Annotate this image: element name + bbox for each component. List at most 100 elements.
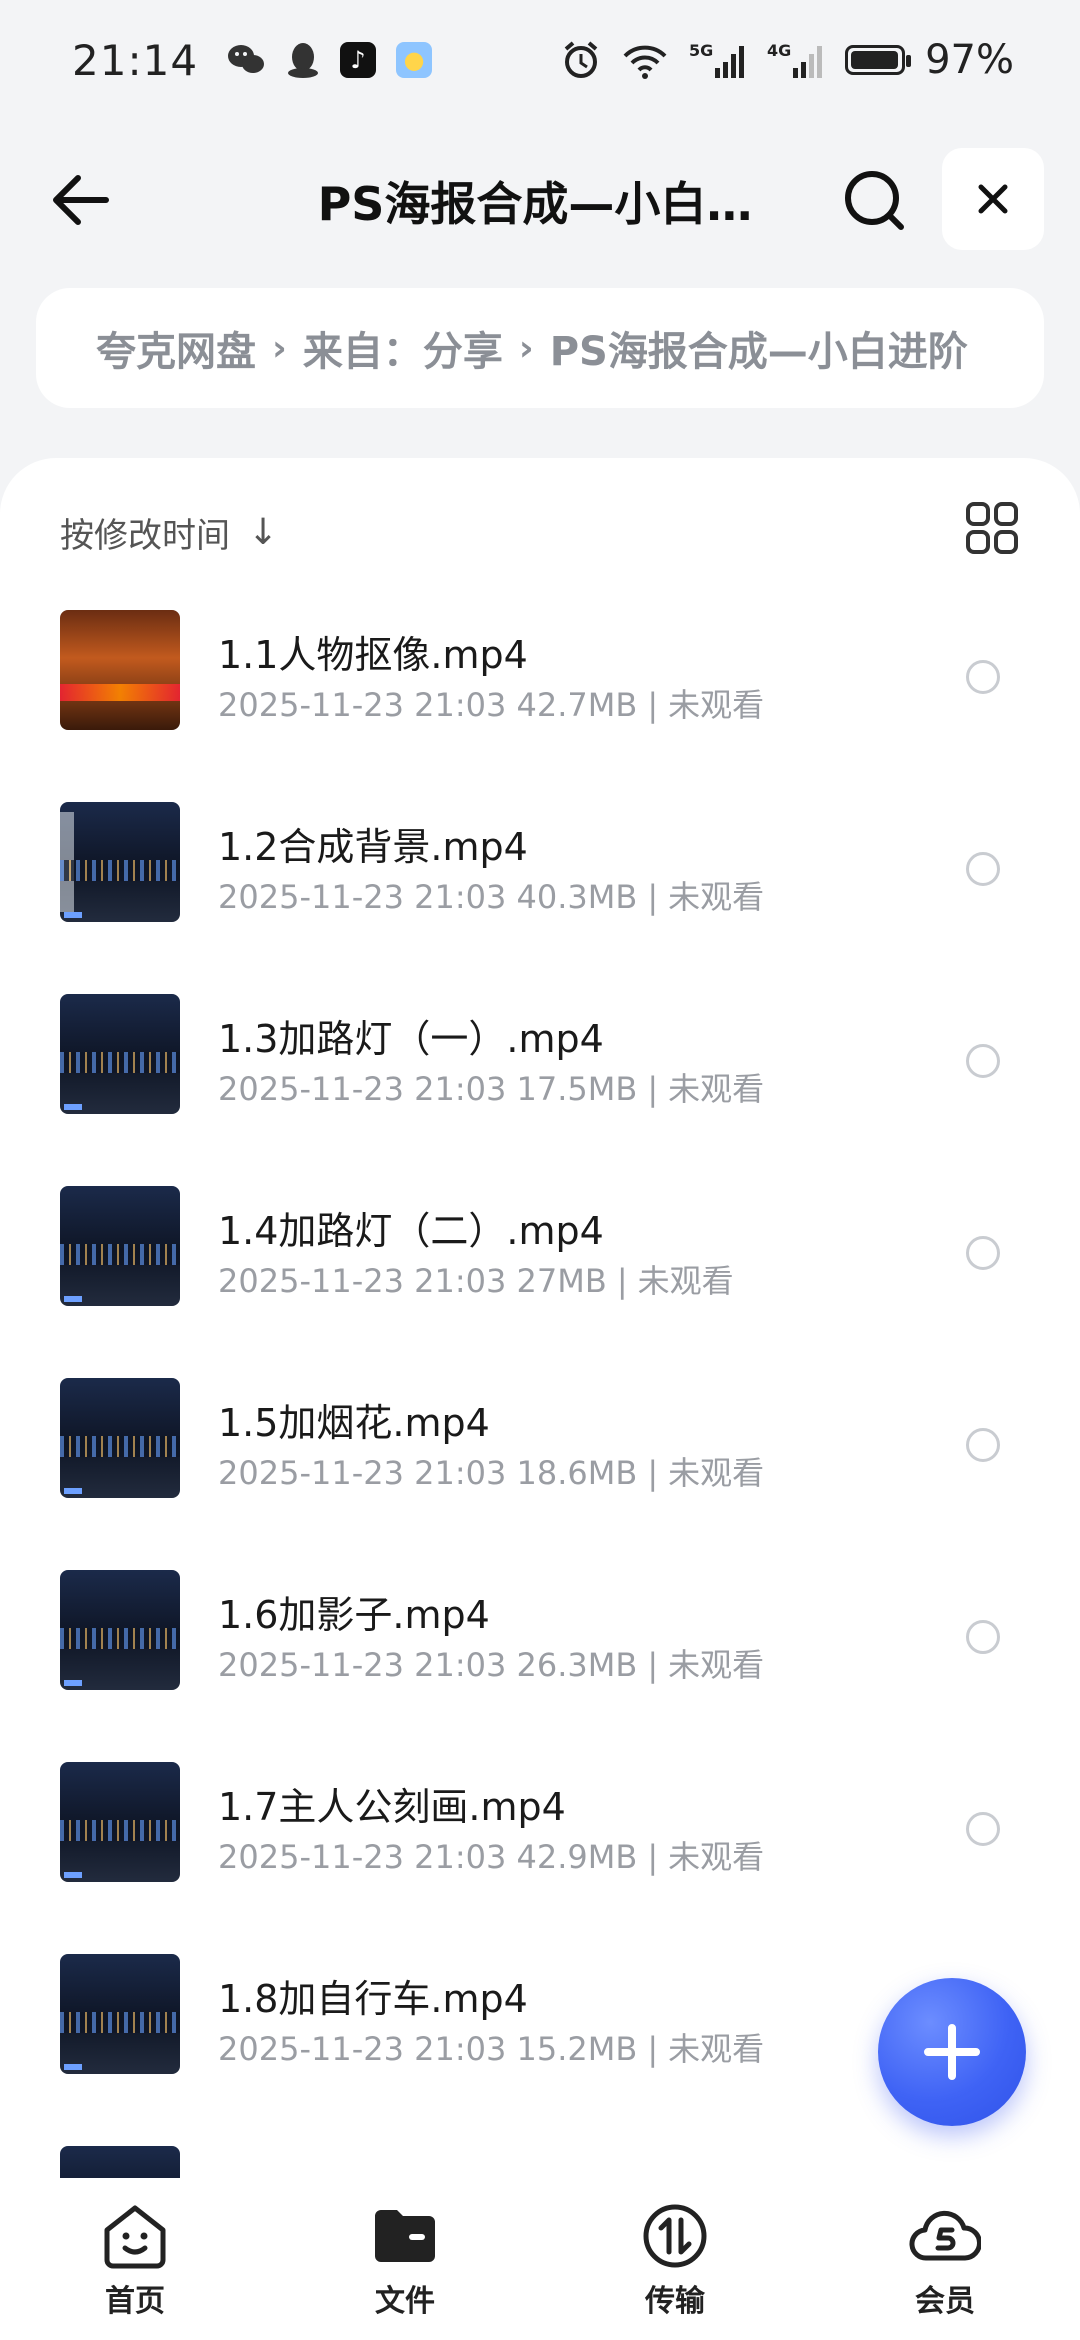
watch-status: 未观看 xyxy=(668,686,765,724)
video-thumbnail xyxy=(60,2146,180,2178)
file-meta: 2025-11-23 21:03 27MB | 未观看 xyxy=(218,1262,734,1300)
watch-status: 未观看 xyxy=(637,1262,734,1300)
video-thumbnail xyxy=(60,1186,180,1306)
file-row[interactable]: 1.7主人公刻画.mp4 2025-11-23 21:03 42.9MB | 未观看 xyxy=(0,1740,1080,1932)
battery-fill xyxy=(851,51,899,69)
sort-label: 按修改时间 xyxy=(60,515,230,556)
wifi-icon xyxy=(623,45,667,79)
close-icon xyxy=(978,184,1008,214)
file-list: 1.1人物抠像.mp4 2025-11-23 21:03 42.7MB | 未观看 … xyxy=(0,588,1080,2178)
file-meta: 2025-11-23 21:03 42.9MB | 未观看 xyxy=(218,1838,765,1876)
breadcrumb-item-share[interactable]: 来自：分享 xyxy=(303,319,503,377)
file-row[interactable]: 1.3加路灯（一）.mp4 2025-11-23 21:03 17.5MB | 未观… xyxy=(0,972,1080,1164)
file-size: 15.2MB xyxy=(516,2030,638,2068)
file-date: 2025-11-23 21:03 xyxy=(218,1838,507,1876)
file-name: 1.4加路灯（二）.mp4 xyxy=(218,1209,604,1253)
wechat-icon xyxy=(228,45,265,73)
add-button[interactable] xyxy=(878,1978,1026,2126)
file-meta: 2025-11-23 21:03 42.7MB | 未观看 xyxy=(218,686,765,724)
file-row[interactable]: 1.4加路灯（二）.mp4 2025-11-23 21:03 27MB | 未观看 xyxy=(0,1164,1080,1356)
file-panel: 按修改时间 ↓ 1.1人物抠像.mp4 2025-11-23 21:03 42.… xyxy=(0,458,1080,2178)
select-radio[interactable] xyxy=(966,1044,1000,1078)
plus-icon xyxy=(924,2024,980,2080)
file-name: 1.8加自行车.mp4 xyxy=(218,1977,528,2021)
file-size: 27MB xyxy=(516,1262,607,1300)
nav-item-transfer[interactable]: 传输 xyxy=(595,2178,755,2320)
back-arrow-icon[interactable] xyxy=(44,162,120,238)
select-radio[interactable] xyxy=(966,1236,1000,1270)
file-date: 2025-11-23 21:03 xyxy=(218,878,507,916)
chevron-right-icon: › xyxy=(272,327,287,369)
file-row[interactable]: 1.5加烟花.mp4 2025-11-23 21:03 18.6MB | 未观看 xyxy=(0,1356,1080,1548)
tiktok-icon: ♪ xyxy=(340,42,377,78)
file-row[interactable]: 1.6加影子.mp4 2025-11-23 21:03 26.3MB | 未观看 xyxy=(0,1548,1080,1740)
select-radio[interactable] xyxy=(966,1812,1000,1846)
folder-icon xyxy=(375,2210,435,2262)
video-thumbnail xyxy=(60,1762,180,1882)
grid-view-icon[interactable] xyxy=(964,500,1020,556)
file-date: 2025-11-23 21:03 xyxy=(218,1070,507,1108)
bottom-nav: 首页 文件 传输 会员 xyxy=(0,2178,1080,2340)
sort-button[interactable]: 按修改时间 ↓ xyxy=(60,500,278,564)
breadcrumb: 夸克网盘 › 来自：分享 › PS海报合成—小白进阶 xyxy=(36,288,1044,408)
status-bar: 21:14 ♪ ● 5G 4G 97% xyxy=(0,0,1080,120)
file-size: 18.6MB xyxy=(516,1454,638,1492)
file-date: 2025-11-23 21:03 xyxy=(218,686,507,724)
file-row[interactable]: 1.2合成背景.mp4 2025-11-23 21:03 40.3MB | 未观看 xyxy=(0,780,1080,972)
select-radio[interactable] xyxy=(966,1620,1000,1654)
watch-status: 未观看 xyxy=(668,1454,765,1492)
qq-icon xyxy=(288,43,319,78)
breadcrumb-item-current[interactable]: PS海报合成—小白进阶 xyxy=(550,319,968,377)
battery-percent: 97% xyxy=(925,37,1014,83)
page-title: PS海报合成—小白… xyxy=(317,177,753,231)
nav-label-transfer: 传输 xyxy=(645,2284,705,2319)
nav-item-member[interactable]: 会员 xyxy=(865,2178,1025,2320)
nav-label-files: 文件 xyxy=(375,2284,435,2319)
close-button[interactable] xyxy=(942,148,1044,250)
file-meta: 2025-11-23 21:03 15.2MB | 未观看 xyxy=(218,2030,765,2068)
weather-icon: ● xyxy=(396,42,433,78)
search-icon[interactable] xyxy=(836,162,912,238)
watch-status: 未观看 xyxy=(668,2030,765,2068)
file-date: 2025-11-23 21:03 xyxy=(218,1262,507,1300)
breadcrumb-item-root[interactable]: 夸克网盘 xyxy=(96,319,256,377)
file-meta: 2025-11-23 21:03 18.6MB | 未观看 xyxy=(218,1454,765,1492)
home-face-icon xyxy=(104,2205,166,2269)
select-radio[interactable] xyxy=(966,1428,1000,1462)
file-name: 1.7主人公刻画.mp4 xyxy=(218,1785,566,1829)
video-thumbnail xyxy=(60,1378,180,1498)
chevron-right-icon: › xyxy=(518,327,534,369)
select-radio[interactable] xyxy=(966,660,1000,694)
select-radio[interactable] xyxy=(966,852,1000,886)
svg-text:5G: 5G xyxy=(689,41,713,60)
file-name: 1.6加影子.mp4 xyxy=(218,1593,490,1637)
file-row-partial[interactable] xyxy=(0,2124,1080,2178)
file-name: 1.1人物抠像.mp4 xyxy=(218,633,528,677)
file-size: 40.3MB xyxy=(516,878,638,916)
video-thumbnail xyxy=(60,994,180,1114)
nav-item-home[interactable]: 首页 xyxy=(55,2178,215,2320)
battery-icon xyxy=(845,45,912,75)
file-date: 2025-11-23 21:03 xyxy=(218,1646,507,1684)
video-thumbnail xyxy=(60,1954,180,2074)
transfer-icon xyxy=(643,2204,707,2268)
file-date: 2025-11-23 21:03 xyxy=(218,2030,507,2068)
file-meta: 2025-11-23 21:03 40.3MB | 未观看 xyxy=(218,878,765,916)
file-meta: 2025-11-23 21:03 17.5MB | 未观看 xyxy=(218,1070,765,1108)
alarm-icon xyxy=(564,41,598,78)
file-name: 1.3加路灯（一）.mp4 xyxy=(218,1017,604,1061)
video-thumbnail xyxy=(60,610,180,730)
watch-status: 未观看 xyxy=(668,878,765,916)
file-row[interactable]: 1.1人物抠像.mp4 2025-11-23 21:03 42.7MB | 未观看 xyxy=(0,588,1080,780)
member-cloud-icon xyxy=(909,2210,981,2261)
sort-down-arrow-icon: ↓ xyxy=(248,511,279,553)
file-size: 42.9MB xyxy=(516,1838,638,1876)
file-date: 2025-11-23 21:03 xyxy=(218,1454,507,1492)
watch-status: 未观看 xyxy=(668,1070,765,1108)
signal-5g-icon: 5G xyxy=(689,41,745,78)
file-name: 1.5加烟花.mp4 xyxy=(218,1401,490,1445)
video-thumbnail xyxy=(60,802,180,922)
nav-item-files[interactable]: 文件 xyxy=(325,2178,485,2320)
watch-status: 未观看 xyxy=(668,1646,765,1684)
status-left: 21:14 ♪ ● xyxy=(72,36,433,85)
